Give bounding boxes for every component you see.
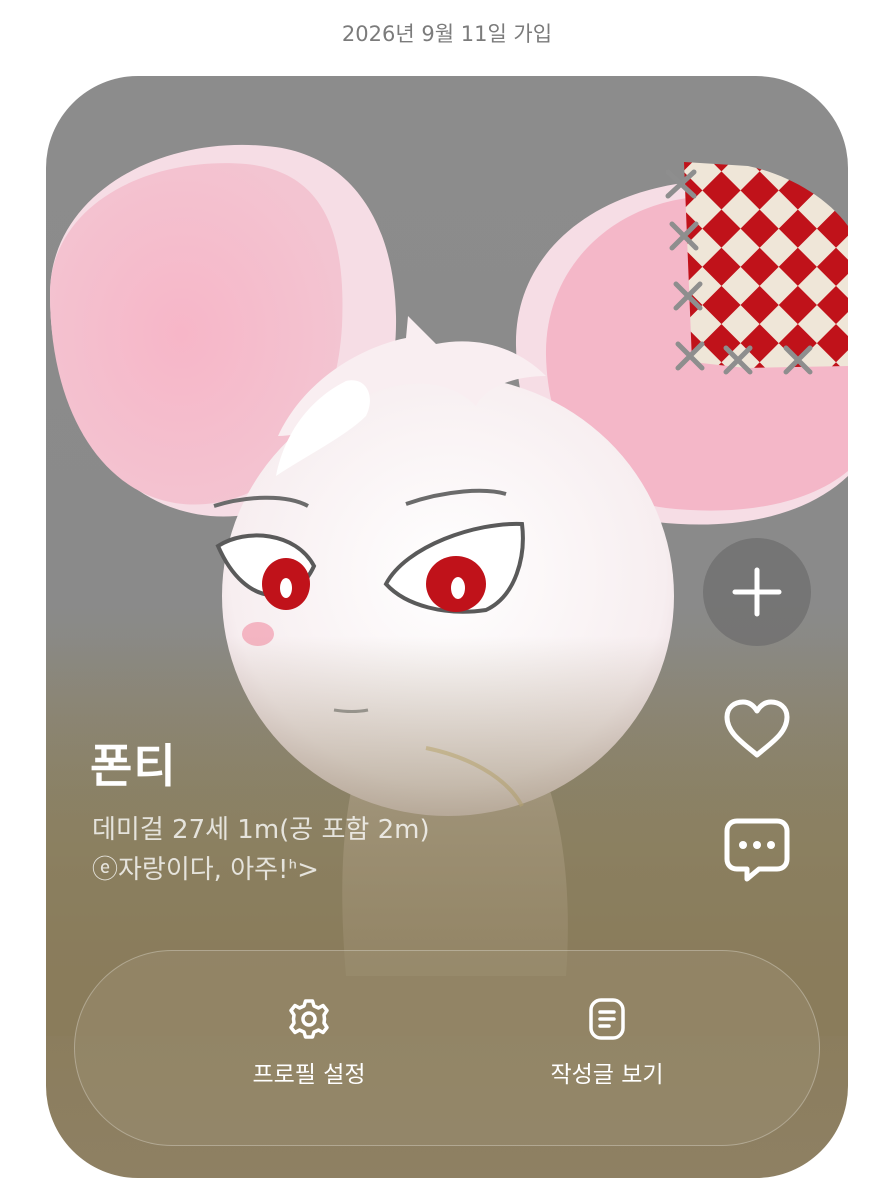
like-button[interactable] (717, 694, 797, 764)
gear-icon (289, 999, 329, 1039)
document-icon (589, 998, 625, 1040)
profile-settings-button[interactable]: 프로필 설정 (209, 997, 409, 1089)
heart-icon (724, 699, 790, 758)
profile-card: 폰티 데미걸 27세 1m(공 포함 2m) ⓔ자랑이다, 아주!ᑋ> 프로필 … (46, 76, 848, 1178)
profile-actions-bar: 프로필 설정 작성글 보기 (74, 950, 820, 1146)
profile-name: 폰티 (90, 739, 177, 793)
add-button[interactable] (703, 538, 811, 646)
view-posts-button[interactable]: 작성글 보기 (507, 997, 707, 1089)
chat-bubble-icon (724, 818, 790, 882)
chat-button[interactable] (717, 810, 797, 890)
profile-info: 데미걸 27세 1m(공 포함 2m) ⓔ자랑이다, 아주!ᑋ> (92, 810, 430, 890)
plus-icon (732, 567, 782, 617)
profile-status-message: ⓔ자랑이다, 아주!ᑋ> (92, 855, 319, 885)
profile-settings-label: 프로필 설정 (252, 1062, 366, 1088)
view-posts-label: 작성글 보기 (550, 1062, 664, 1088)
join-date: 2026년 9월 11일 가입 (341, 22, 553, 46)
profile-description: 데미걸 27세 1m(공 포함 2m) (92, 815, 430, 845)
